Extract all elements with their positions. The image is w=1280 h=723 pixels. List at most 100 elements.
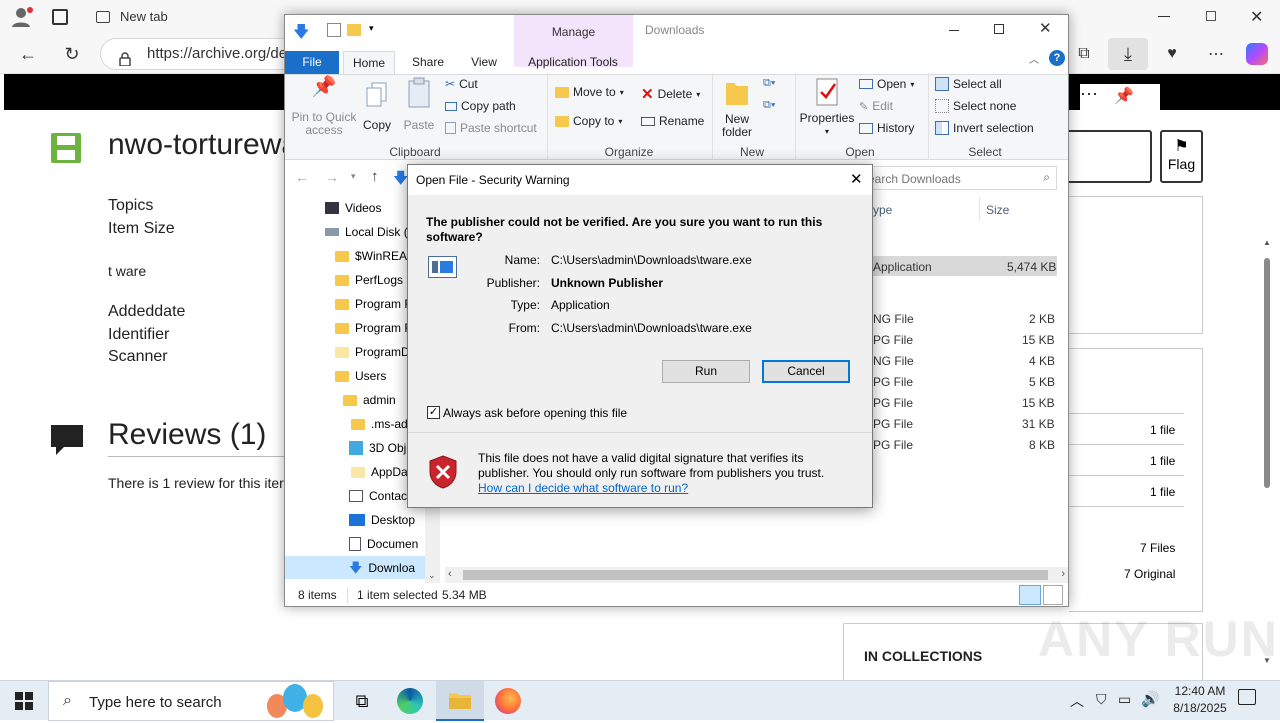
close-browser-icon[interactable]: ✕ xyxy=(1250,7,1263,27)
security-tray-icon[interactable]: ⛉ xyxy=(1096,691,1107,708)
more-menu-icon[interactable]: ⋯ xyxy=(1080,84,1098,105)
profile-icon[interactable] xyxy=(10,6,34,28)
tab-file[interactable]: File xyxy=(285,51,339,75)
qat-dropdown-icon[interactable]: ▾ xyxy=(369,23,374,34)
reload-icon[interactable]: ↻ xyxy=(56,38,88,70)
divider xyxy=(108,456,284,457)
show-hidden-icons[interactable]: ︿ xyxy=(1070,691,1084,711)
volume-icon[interactable]: 🔊 xyxy=(1141,690,1160,708)
browser-essentials-icon[interactable]: ♥ xyxy=(1156,38,1188,70)
select-all-icon xyxy=(935,77,949,91)
column-type-header[interactable]: ype xyxy=(873,203,892,217)
cancel-button[interactable]: Cancel xyxy=(762,360,850,383)
rename-button[interactable]: Rename xyxy=(641,114,704,128)
window-title: Downloads xyxy=(645,23,705,37)
file-count[interactable]: 1 file xyxy=(1150,423,1175,437)
maximize-icon[interactable] xyxy=(994,24,1004,34)
file-row xyxy=(1069,444,1184,445)
scroll-down-icon[interactable]: ⌄ xyxy=(428,570,436,581)
files-original[interactable]: 7 Original xyxy=(1124,567,1175,581)
minimize-icon[interactable] xyxy=(949,30,959,31)
nav-back-icon[interactable]: ← xyxy=(295,169,309,185)
copy-to-button[interactable]: Copy to ▾ xyxy=(555,114,622,128)
close-icon[interactable]: ✕ xyxy=(1039,19,1052,37)
topic-value[interactable]: t ware xyxy=(108,263,146,279)
cut-button[interactable]: ✂ Cut xyxy=(445,77,478,91)
scroll-thumb[interactable] xyxy=(1264,258,1270,488)
easy-access-icon[interactable]: ⧉▾ xyxy=(763,99,787,115)
always-ask-label[interactable]: Always ask before opening this file xyxy=(443,406,627,420)
tab-application-tools[interactable]: Application Tools xyxy=(519,51,627,75)
horizontal-scrollbar[interactable]: ‹ › xyxy=(445,567,1068,583)
edit-button[interactable]: ✎ Edit xyxy=(859,99,893,113)
always-ask-checkbox[interactable]: ✓ xyxy=(427,406,440,419)
move-to-button[interactable]: Move to ▾ xyxy=(555,85,624,99)
tab-actions-icon[interactable] xyxy=(52,9,68,25)
more-options-icon[interactable]: ⋯ xyxy=(1200,38,1232,70)
up-icon[interactable]: ↑ xyxy=(371,168,379,185)
scroll-thumb[interactable] xyxy=(463,570,1048,580)
action-button-partial[interactable] xyxy=(1069,130,1152,183)
run-button[interactable]: Run xyxy=(662,360,750,383)
address-bar[interactable]: https://archive.org/de xyxy=(100,38,300,70)
new-item-icon[interactable]: ⧉▾ xyxy=(763,77,787,93)
pin-quick-access-button[interactable]: 📌 Pin to Quick access xyxy=(289,77,359,137)
back-icon[interactable]: ← xyxy=(12,38,44,70)
task-view-icon[interactable]: ⧉ xyxy=(338,681,386,721)
start-button[interactable] xyxy=(0,681,48,721)
file-count[interactable]: 1 file xyxy=(1150,485,1175,499)
clock-time[interactable]: 12:40 AM xyxy=(1170,684,1230,698)
tree-item-desktop[interactable]: Desktop xyxy=(349,509,425,531)
invert-selection-button[interactable]: Invert selection xyxy=(935,121,1034,135)
copy-button[interactable]: Copy xyxy=(361,81,393,132)
downloads-icon[interactable]: ⤓ xyxy=(1108,38,1148,70)
pin-icon[interactable]: 📌 xyxy=(1114,86,1134,106)
paste-button[interactable]: Paste xyxy=(401,77,437,132)
copilot-icon[interactable] xyxy=(1246,43,1268,65)
tab-new-tab[interactable]: New tab xyxy=(86,4,286,32)
column-size-header[interactable]: Size xyxy=(986,203,1009,217)
help-link[interactable]: How can I decide what software to run? xyxy=(478,481,688,495)
tab-view[interactable]: View xyxy=(459,51,509,75)
nav-forward-icon[interactable]: → xyxy=(325,169,339,185)
file-explorer-taskbar-icon[interactable] xyxy=(436,681,484,721)
network-icon[interactable]: ▭ xyxy=(1118,691,1131,708)
scroll-left-icon[interactable]: ‹ xyxy=(448,568,452,580)
scroll-right-icon[interactable]: › xyxy=(1061,568,1065,580)
details-view-icon[interactable] xyxy=(1019,585,1041,605)
properties-button[interactable]: Properties ▾ xyxy=(799,77,855,138)
ribbon-collapse-icon[interactable]: ︿ xyxy=(1029,51,1039,66)
large-icons-view-icon[interactable] xyxy=(1043,585,1063,605)
file-count[interactable]: 1 file xyxy=(1150,454,1175,468)
taskbar-search-box[interactable]: ⌕ Type here to search xyxy=(48,681,334,721)
open-button[interactable]: Open ▾ xyxy=(859,77,914,91)
dialog-close-icon[interactable]: ✕ xyxy=(850,170,863,188)
edge-taskbar-icon[interactable] xyxy=(386,681,434,721)
notifications-icon[interactable] xyxy=(1238,689,1256,705)
restore-browser-icon[interactable] xyxy=(1206,11,1216,21)
select-all-button[interactable]: Select all xyxy=(935,77,1002,91)
minimize-browser-icon[interactable] xyxy=(1158,16,1170,17)
collections-icon[interactable]: ⧉ xyxy=(1068,38,1100,70)
clock-date[interactable]: 8/18/2025 xyxy=(1166,701,1234,715)
files-total[interactable]: 7 Files xyxy=(1140,541,1175,555)
tree-item-documents[interactable]: Documen xyxy=(349,533,425,555)
select-none-button[interactable]: Select none xyxy=(935,99,1016,113)
copy-path-button[interactable]: Copy path xyxy=(445,99,516,113)
scroll-up-icon[interactable]: ▲ xyxy=(1263,238,1271,247)
new-folder-qat-icon[interactable] xyxy=(347,24,361,36)
properties-qat-icon[interactable] xyxy=(327,23,341,37)
type-label: Type: xyxy=(510,298,540,312)
tab-share[interactable]: Share xyxy=(403,51,453,75)
delete-button[interactable]: ✕ Delete ▾ xyxy=(641,85,700,103)
search-box[interactable]: earch Downloads ⌕ xyxy=(863,166,1057,190)
tree-item-downloads[interactable]: 🡇 Downloa xyxy=(349,557,425,579)
recent-locations-icon[interactable]: ▾ xyxy=(351,171,356,182)
flag-button[interactable]: ⚑ Flag xyxy=(1160,130,1203,183)
new-folder-button[interactable]: New folder xyxy=(717,77,757,139)
help-icon[interactable]: ? xyxy=(1049,50,1065,66)
paste-shortcut-button[interactable]: Paste shortcut xyxy=(445,121,537,135)
firefox-taskbar-icon[interactable] xyxy=(484,681,532,721)
history-button[interactable]: History xyxy=(859,121,914,135)
tab-home[interactable]: Home xyxy=(343,51,395,75)
